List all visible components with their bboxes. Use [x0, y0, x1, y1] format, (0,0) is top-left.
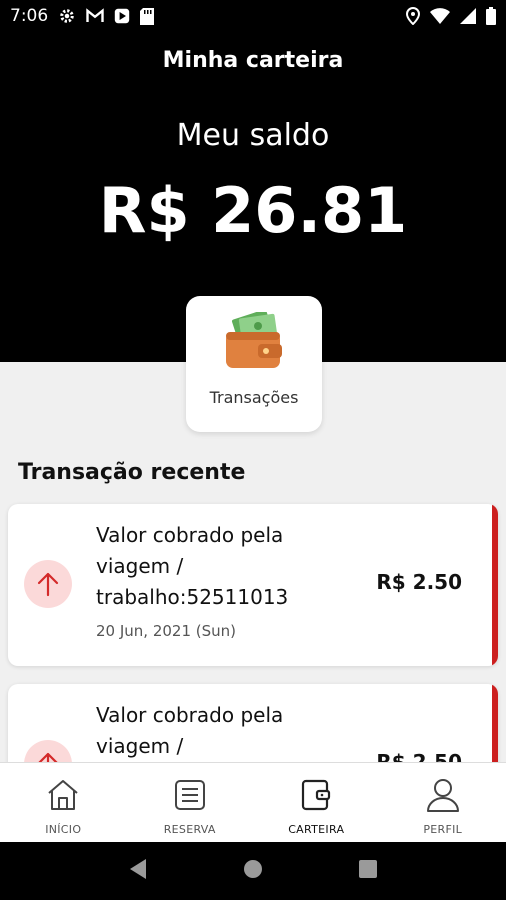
system-navigation-bar	[0, 842, 506, 900]
settings-icon	[58, 7, 76, 25]
wallet-icon	[296, 775, 336, 815]
status-time: 7:06	[10, 6, 49, 26]
media-icon	[114, 8, 130, 24]
transaction-description: Valor cobrado pela viagem /	[96, 703, 284, 758]
arrow-up-icon	[24, 560, 72, 608]
card-accent-bar	[492, 504, 498, 666]
transaction-card[interactable]: Valor cobrado pela viagem / R$ 2.50	[8, 684, 498, 762]
nav-item-reserva[interactable]: RESERVA	[127, 763, 254, 842]
nav-label: RESERVA	[163, 823, 216, 836]
recents-icon[interactable]	[358, 859, 378, 883]
balance-value: R$ 26.81	[98, 174, 408, 247]
transactions-label: Transações	[209, 388, 299, 407]
card-accent-bar	[492, 684, 498, 762]
nav-item-inicio[interactable]: INÍCIO	[0, 763, 127, 842]
nav-label: INÍCIO	[45, 823, 82, 836]
user-icon	[423, 775, 463, 815]
signal-icon	[460, 8, 476, 24]
gmail-icon	[86, 8, 104, 24]
recent-transactions-title: Transação recente	[18, 460, 246, 485]
transactions-button[interactable]: Transações	[186, 296, 322, 432]
battery-icon	[486, 7, 496, 25]
home-circle-icon[interactable]	[243, 859, 263, 883]
transaction-card[interactable]: Valor cobrado pela viagem / trabalho:525…	[8, 504, 498, 666]
transaction-date: 20 Jun, 2021 (Sun)	[96, 622, 237, 640]
nav-item-perfil[interactable]: PERFIL	[380, 763, 506, 842]
nav-label: PERFIL	[423, 823, 463, 836]
sd-card-icon	[140, 7, 155, 25]
nav-label: CARTEIRA	[288, 823, 345, 836]
transaction-amount: R$ 2.50	[376, 750, 462, 762]
balance-label: Meu saldo	[176, 118, 330, 153]
home-icon	[43, 775, 83, 815]
transaction-description: Valor cobrado pela viagem / trabalho:525…	[96, 523, 289, 609]
back-icon[interactable]	[128, 858, 148, 884]
list-icon	[170, 775, 210, 815]
arrow-up-icon	[24, 740, 72, 762]
status-bar: 7:06	[0, 0, 506, 32]
location-icon	[406, 7, 420, 25]
nav-item-carteira[interactable]: CARTEIRA	[253, 763, 380, 842]
wallet-icon	[224, 309, 284, 370]
bottom-navigation: INÍCIO RESERVA CARTEIRA PERFIL	[0, 762, 506, 842]
page-title: Minha carteira	[162, 48, 344, 73]
wifi-icon	[430, 8, 450, 24]
transaction-amount: R$ 2.50	[376, 570, 462, 594]
